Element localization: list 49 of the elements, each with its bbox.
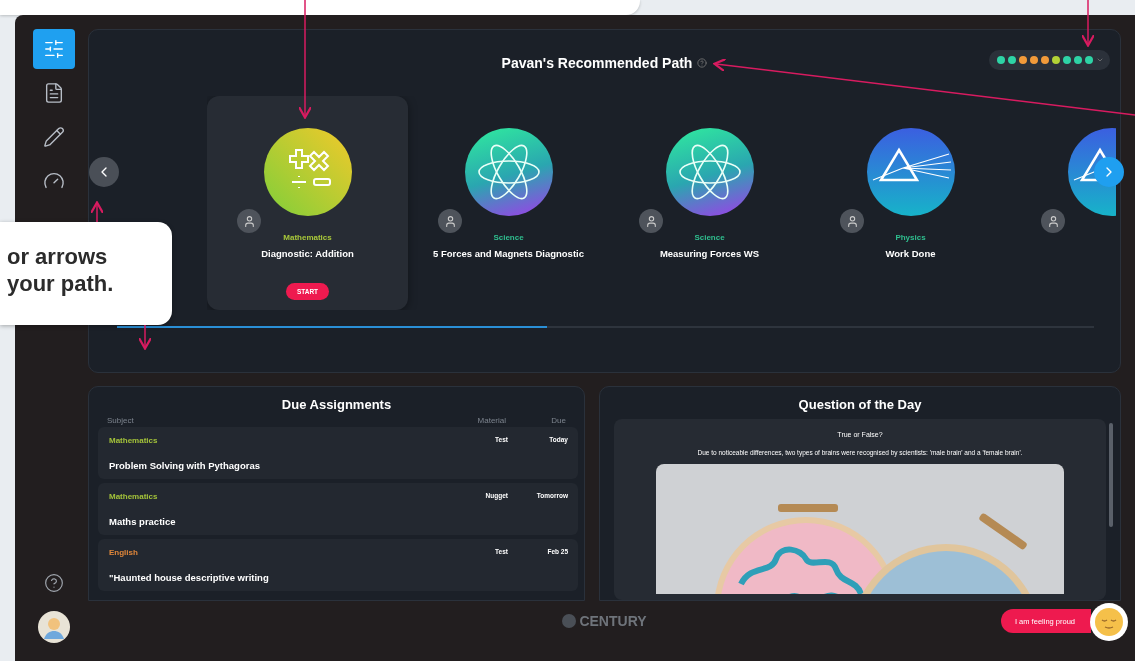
subject-label: Mathematics	[109, 492, 158, 503]
panel-title: Pavan's Recommended Path	[501, 55, 693, 71]
annotation-arrow	[137, 324, 153, 350]
subject-label: Science	[694, 233, 725, 242]
panel-title: Question of the Day	[797, 397, 923, 412]
maths-symbols-icon	[263, 128, 352, 216]
person-icon	[438, 209, 462, 233]
emoji-icon[interactable]	[1089, 602, 1129, 642]
sliders-icon	[43, 38, 65, 60]
assignment-title: "Haunted house descriptive writing	[109, 571, 270, 585]
subject-label: Mathematics	[109, 436, 158, 447]
assignment-title: Problem Solving with Pythagoras	[109, 459, 261, 473]
atom-icon	[464, 128, 553, 216]
callout-text: or arrows	[7, 244, 109, 270]
subject-label: English	[109, 548, 138, 559]
help-icon[interactable]	[44, 573, 64, 593]
subject-label: Mathematics	[283, 233, 332, 242]
panel-title: Due Assignments	[280, 397, 393, 412]
person-icon	[639, 209, 663, 233]
pencil-icon	[43, 126, 65, 148]
logo-icon	[562, 614, 577, 628]
subject-label: Science	[493, 233, 524, 242]
annotation-arrow	[89, 201, 105, 223]
path-item-title: Diagnostic: Addition	[261, 248, 354, 259]
brand-name: CENTURY	[579, 613, 647, 629]
column-header: Due	[550, 416, 566, 425]
column-header: Subject	[107, 416, 135, 425]
path-item[interactable]: Science Measuring Forces WS	[609, 96, 810, 310]
assignment-title: Maths practice	[109, 515, 177, 529]
person-icon	[237, 209, 261, 233]
path-item-title: Work Done	[885, 248, 936, 259]
annotation-arrow	[1080, 0, 1096, 47]
document-icon	[43, 82, 65, 104]
previous-button[interactable]	[89, 157, 119, 187]
next-button[interactable]	[1094, 157, 1124, 187]
subject-label: Physics	[895, 233, 926, 242]
person-icon	[840, 209, 864, 233]
avatar-icon[interactable]	[38, 611, 70, 643]
progress-dots[interactable]	[989, 50, 1110, 70]
column-header: Material	[476, 416, 506, 425]
callout-text: your path.	[7, 271, 115, 297]
path-item-title: 5 Forces and Magnets Diagnostic	[433, 248, 584, 259]
path-item-title: Measuring Forces WS	[659, 248, 760, 259]
path-item[interactable]: Physics Work Done	[810, 96, 1011, 310]
prism-icon	[866, 128, 955, 216]
atom-icon	[665, 128, 754, 216]
path-item[interactable]: Science 5 Forces and Magnets Diagnostic	[408, 96, 609, 310]
chevron-icon	[1096, 56, 1104, 64]
person-icon	[1041, 209, 1065, 233]
